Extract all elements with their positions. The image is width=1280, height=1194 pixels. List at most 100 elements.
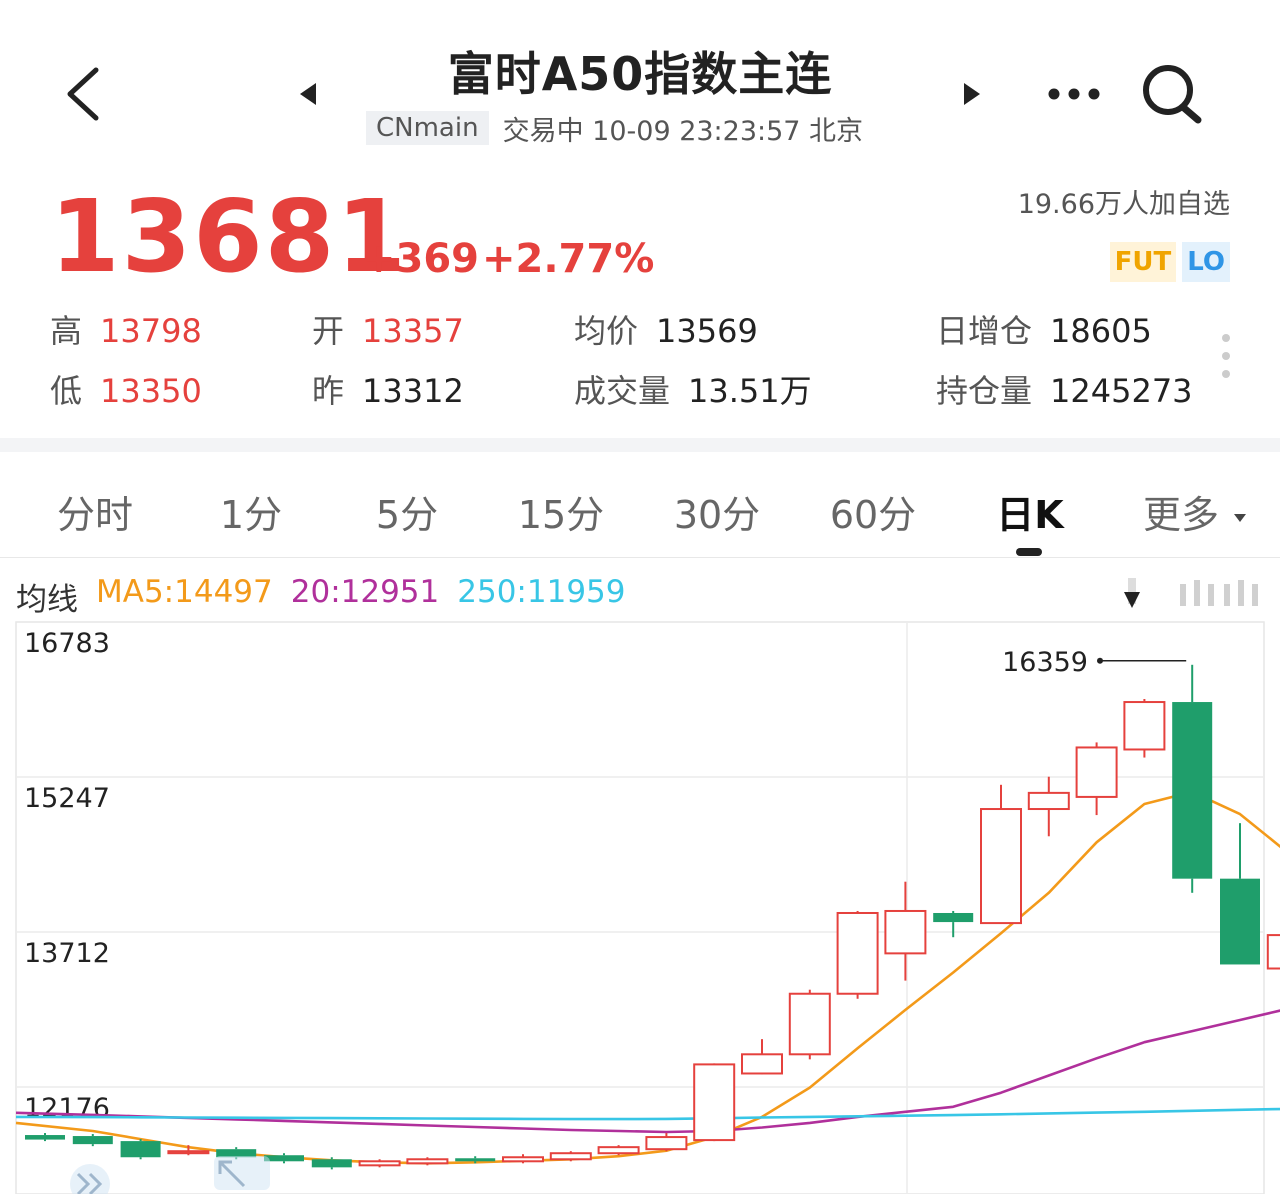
tab-60min[interactable]: 60分 — [818, 484, 928, 539]
stat-avg: 均价 13569 — [574, 306, 758, 352]
max-marker-dot — [1097, 657, 1103, 664]
back-button[interactable] — [62, 62, 106, 126]
stat-label: 低 — [50, 372, 83, 410]
watchlist-count: 19.66万人加自选 — [1017, 189, 1230, 220]
stat-value: 13350 — [100, 372, 202, 410]
candle — [120, 1139, 161, 1160]
candle — [933, 910, 974, 938]
ma-line-ma5 — [15, 790, 1280, 1165]
tab-5min[interactable]: 5分 — [352, 484, 462, 539]
candle — [1220, 823, 1260, 965]
ma-line-250 — [15, 1107, 1280, 1121]
stat-high: 高 13798 — [50, 306, 202, 352]
y-tick-label: 16783 — [24, 628, 110, 659]
candle — [741, 1039, 783, 1075]
max-marker-label: 16359 — [1002, 647, 1088, 678]
candle-body-up — [1123, 701, 1166, 751]
candle-body-up — [549, 1152, 592, 1161]
search-button[interactable] — [1140, 62, 1204, 130]
chevron-left-icon — [67, 67, 99, 121]
stat-value: 13798 — [100, 312, 202, 350]
more-button[interactable] — [1046, 84, 1102, 108]
candle-body-up — [645, 1136, 688, 1151]
section-divider — [0, 438, 1280, 452]
candle — [980, 784, 1022, 925]
y-tick-label: 12176 — [24, 1093, 110, 1124]
chart-grid — [15, 621, 1265, 1194]
candle-body-up — [406, 1158, 449, 1165]
candle — [1266, 934, 1280, 970]
candle-body-up — [502, 1156, 544, 1163]
crosshair-icon[interactable] — [214, 1156, 270, 1190]
stat-value: 13357 — [362, 312, 464, 350]
candle-body-up — [1075, 746, 1118, 798]
candle — [693, 1063, 736, 1142]
candle — [1027, 776, 1070, 837]
tab-15min[interactable]: 15分 — [506, 484, 616, 539]
candle-body-down — [311, 1159, 352, 1168]
badge-fut[interactable]: FUT — [1109, 242, 1177, 282]
candle — [645, 1133, 688, 1152]
candle-body-up — [597, 1146, 640, 1155]
tab-daily-k[interactable]: 日K — [975, 484, 1085, 539]
tab-more-label: 更多 — [1142, 493, 1219, 537]
candle — [1172, 664, 1213, 893]
stat-label: 高 — [50, 312, 83, 350]
tab-30min[interactable]: 30分 — [662, 484, 772, 539]
candle-body-down — [72, 1136, 113, 1145]
caret-down-icon — [1234, 513, 1247, 522]
candle — [406, 1157, 449, 1166]
candle-body-down — [264, 1155, 304, 1162]
stat-value: 13569 — [656, 312, 758, 350]
candle — [72, 1134, 113, 1147]
contract-badges: FUT LO — [1109, 242, 1230, 282]
stat-open: 开 13357 — [312, 306, 464, 352]
price-change-percent: +2.77% — [482, 236, 655, 282]
stat-oi-change: 日增仓 18605 — [936, 306, 1152, 352]
candle — [836, 910, 879, 999]
next-contract-button[interactable] — [962, 82, 982, 110]
candle — [1075, 742, 1118, 816]
page-title: 富时A50指数主连 — [447, 47, 833, 101]
stat-label: 成交量 — [574, 372, 671, 410]
candle-body-down — [933, 912, 974, 923]
candle — [358, 1159, 401, 1168]
tab-intraday[interactable]: 分时 — [40, 484, 150, 539]
active-tab-indicator — [1016, 548, 1042, 556]
stat-open-interest: 持仓量 1245273 — [936, 366, 1193, 412]
tab-1min[interactable]: 1分 — [196, 484, 306, 539]
badge-lo[interactable]: LO — [1182, 242, 1230, 282]
stats-more-button[interactable] — [1220, 332, 1232, 384]
candle-body-down — [1172, 702, 1213, 879]
stat-value: 1245273 — [1050, 372, 1193, 410]
candle-body-up — [980, 808, 1022, 925]
candle — [788, 989, 831, 1060]
contract-code-tag: CNmain — [366, 111, 489, 145]
y-tick-label: 15247 — [24, 783, 110, 814]
triangle-left-icon — [300, 83, 316, 105]
subtitle: CNmain 交易中 10-09 23:23:57 北京 — [366, 110, 864, 147]
stat-label: 均价 — [574, 312, 639, 350]
candle — [1123, 699, 1166, 758]
candle — [25, 1133, 65, 1142]
candle-body-up — [1027, 791, 1070, 811]
candle — [549, 1151, 592, 1162]
trading-status: 交易中 10-09 23:23:57 北京 — [502, 115, 864, 147]
kline-chart[interactable]: 16783 15247 13712 12176 16359 — [0, 560, 1280, 1194]
max-marker: 16359 — [1002, 647, 1187, 678]
candle-body-down — [120, 1141, 161, 1158]
period-tabs: 分时 1分 5分 15分 30分 60分 日K 更多 — [0, 452, 1280, 558]
candle-body-up — [693, 1063, 736, 1142]
candle-body-up — [358, 1160, 401, 1167]
stat-prev-close: 昨 13312 — [312, 366, 464, 412]
candle-body-down — [25, 1135, 65, 1140]
candle-body-up — [167, 1150, 210, 1155]
prev-contract-button[interactable] — [298, 82, 318, 110]
candle-body-up — [788, 992, 831, 1056]
stat-label: 昨 — [312, 372, 345, 410]
tab-more[interactable]: 更多 — [1140, 484, 1250, 539]
scroll-left-icon[interactable] — [70, 1164, 110, 1194]
candle — [884, 881, 927, 981]
stat-label: 日增仓 — [936, 312, 1033, 350]
last-price: 13681 — [50, 178, 408, 295]
